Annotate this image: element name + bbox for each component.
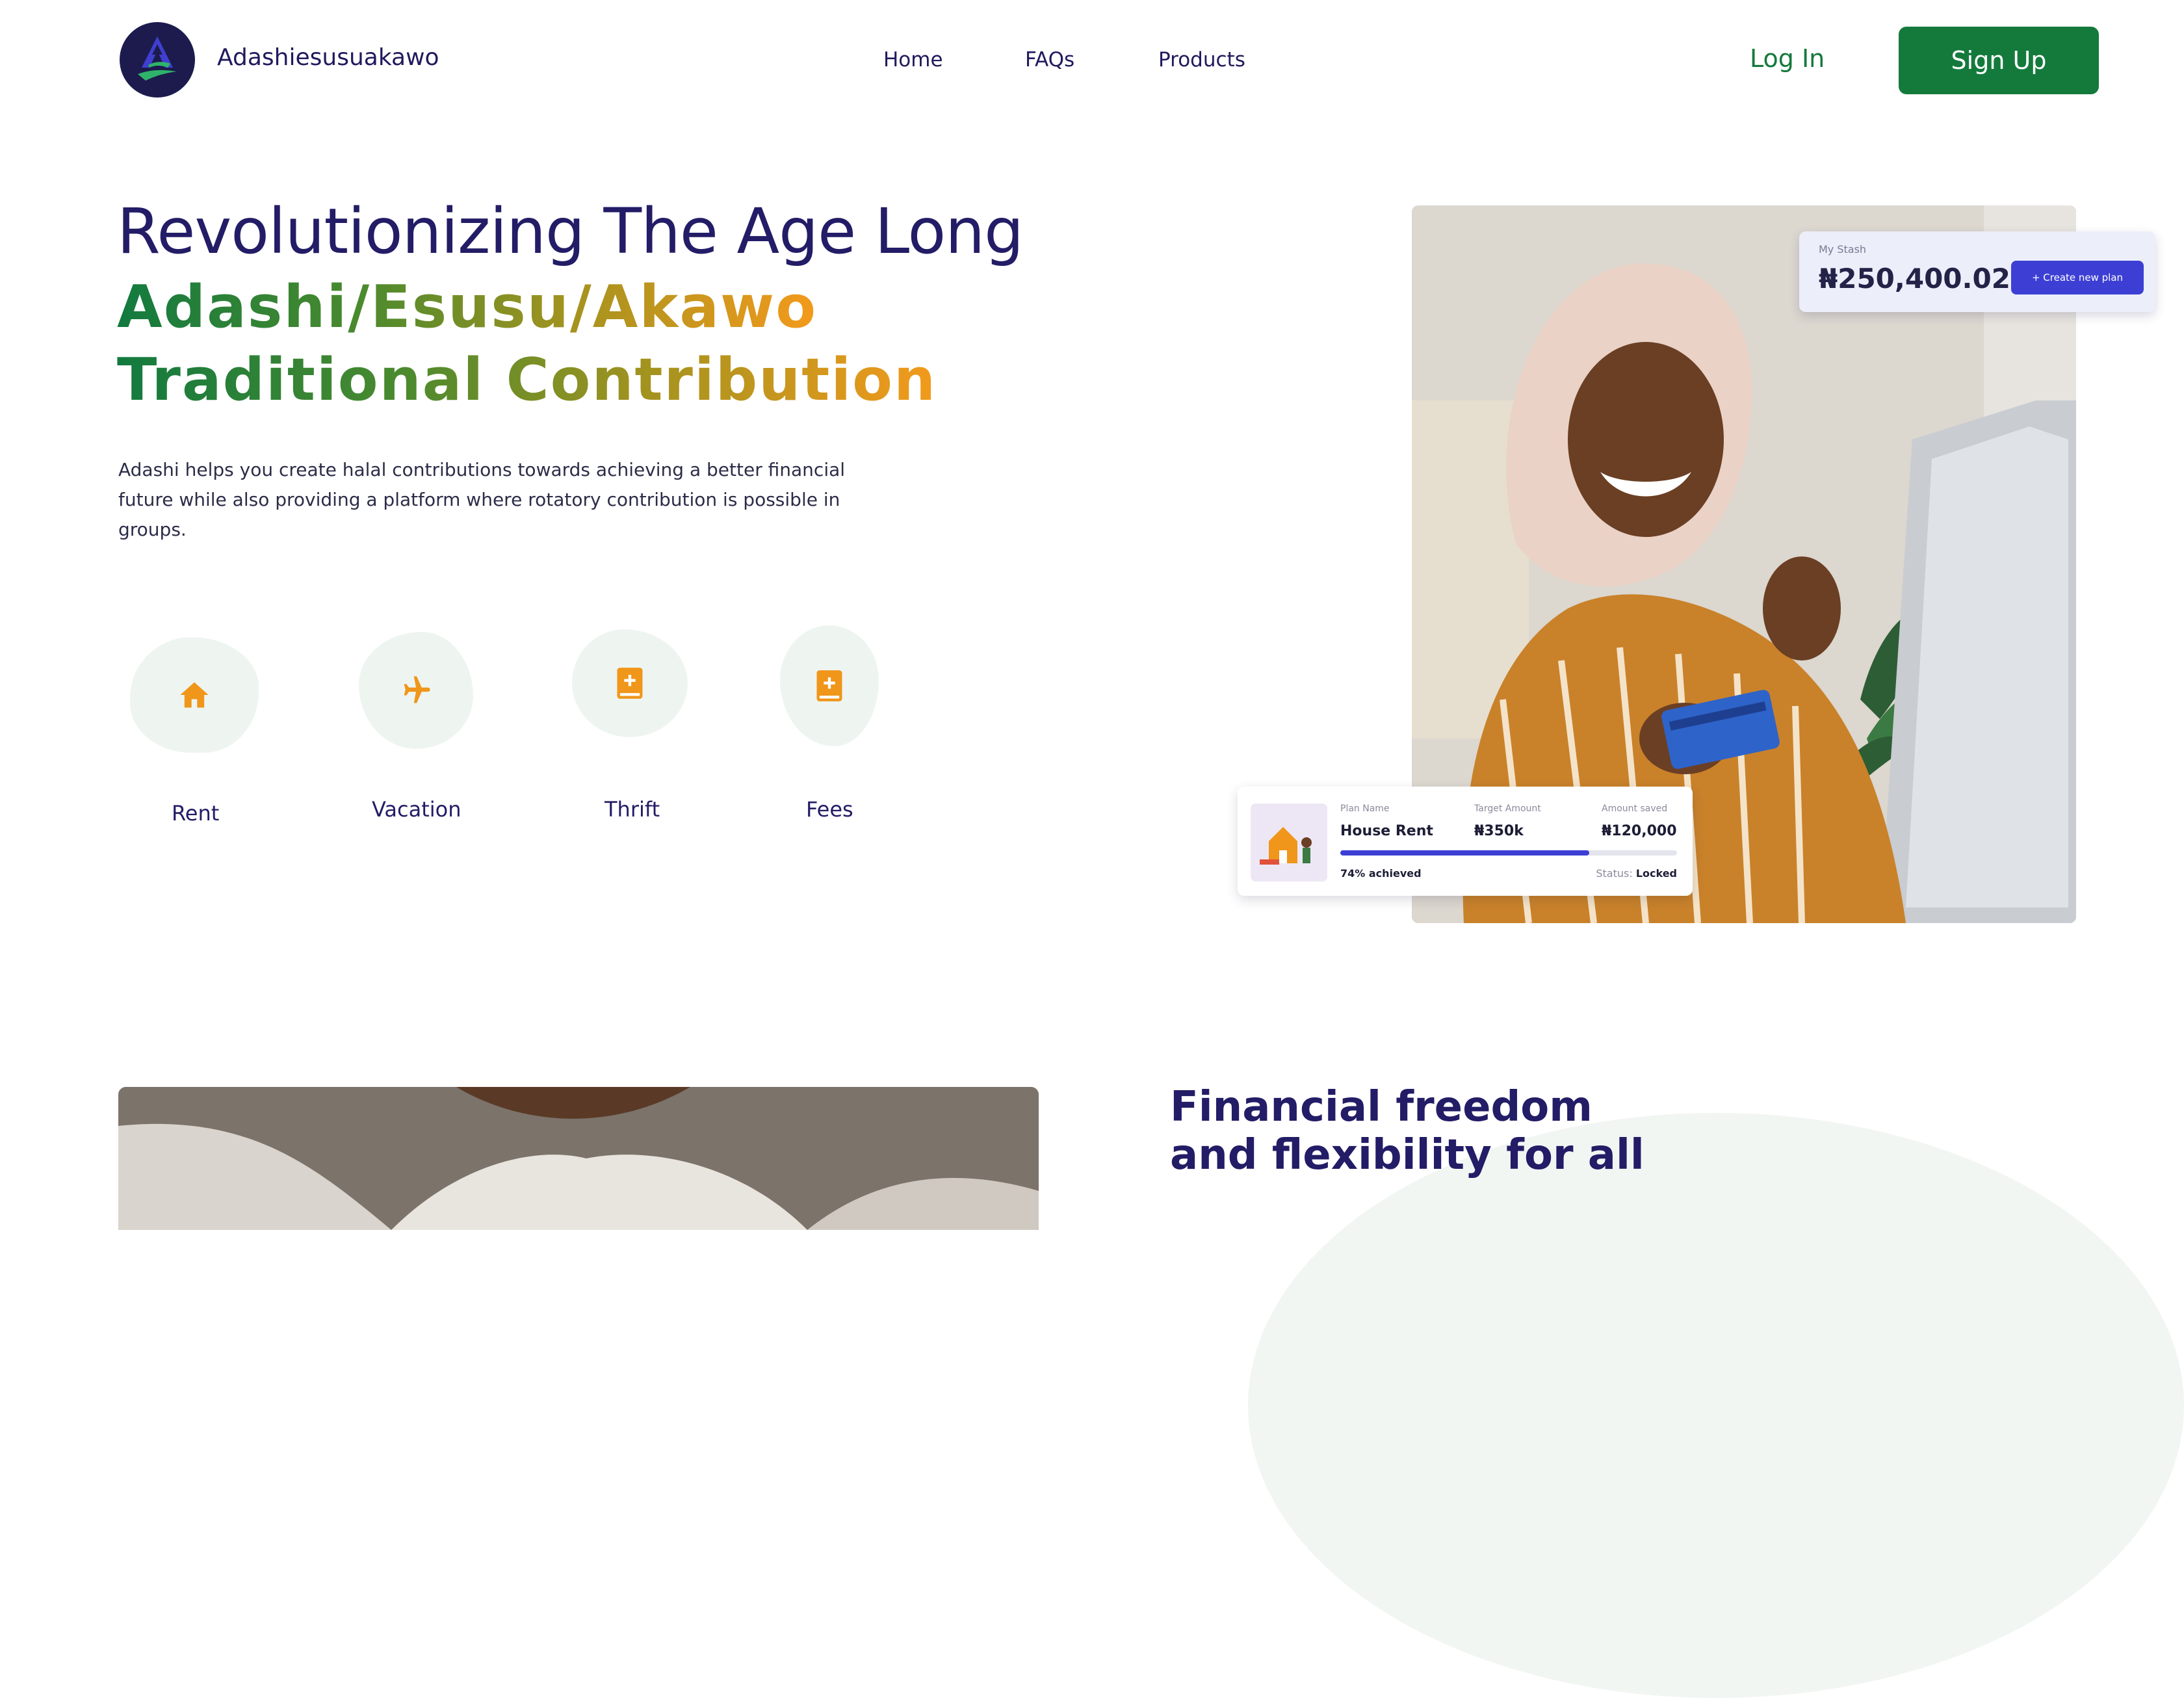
house-illustration-icon [1251, 803, 1327, 882]
signup-button[interactable]: Sign Up [1899, 27, 2099, 94]
category-rent-bg [130, 637, 259, 753]
category-thrift-label: Thrift [604, 797, 660, 822]
add-book-icon [617, 668, 643, 699]
home-icon [180, 682, 209, 708]
hero-subtitle-line1: Adashi/Esusu/Akawo [117, 273, 818, 341]
stash-label: My Stash [1819, 243, 1867, 255]
plan-progress-bar [1340, 850, 1677, 856]
category-vacation-label: Vacation [372, 797, 462, 822]
login-link[interactable]: Log In [1750, 44, 1825, 73]
plan-thumbnail [1251, 803, 1327, 882]
section2-photo [118, 1087, 1039, 1230]
target-amount-label: Target Amount [1474, 803, 1541, 814]
plan-progress-fill [1340, 850, 1590, 856]
hero-title: Revolutionizing The Age Long [117, 195, 1024, 268]
plan-name: House Rent [1340, 823, 1433, 839]
hero-subtitle-line2: Traditional Contribution [117, 346, 937, 414]
plan-name-label: Plan Name [1340, 803, 1390, 814]
stash-amount: ₦250,400.02 [1819, 263, 2010, 294]
stash-card: My Stash ₦250,400.02 + Create new plan [1799, 231, 2155, 312]
airplane-icon [404, 676, 430, 703]
add-book-icon [816, 670, 842, 701]
nav-home[interactable]: Home [883, 48, 943, 72]
logo[interactable] [120, 22, 195, 98]
logo-icon [121, 23, 194, 96]
amount-saved: ₦120,000 [1602, 823, 1677, 839]
create-new-plan-button[interactable]: + Create new plan [2011, 261, 2144, 294]
nav-faqs[interactable]: FAQs [1025, 48, 1074, 72]
background-arc [1248, 1113, 2184, 1698]
hero-description: Adashi helps you create halal contributi… [118, 459, 846, 540]
section2-photo-illustration [118, 1087, 1039, 1230]
plan-achieved-text: 74% achieved [1340, 867, 1422, 880]
category-thrift-bg [572, 629, 688, 737]
plan-card: Plan Name House Rent Target Amount ₦350k… [1238, 787, 1693, 896]
category-fees-bg [780, 625, 879, 746]
category-rent-label: Rent [172, 801, 220, 826]
target-amount: ₦350k [1474, 823, 1524, 839]
section2-title: Financial freedom and flexibility for al… [1170, 1083, 1644, 1179]
nav-products[interactable]: Products [1158, 48, 1245, 72]
category-vacation-bg [359, 632, 473, 749]
plan-status-label: Status: [1596, 867, 1633, 880]
plan-status-value: Locked [1635, 867, 1677, 880]
category-fees-label: Fees [806, 797, 853, 822]
brand-name: Adashiesusuakawo [217, 44, 439, 71]
amount-saved-label: Amount saved [1602, 803, 1668, 814]
plan-status: Status: Locked [1596, 867, 1677, 880]
